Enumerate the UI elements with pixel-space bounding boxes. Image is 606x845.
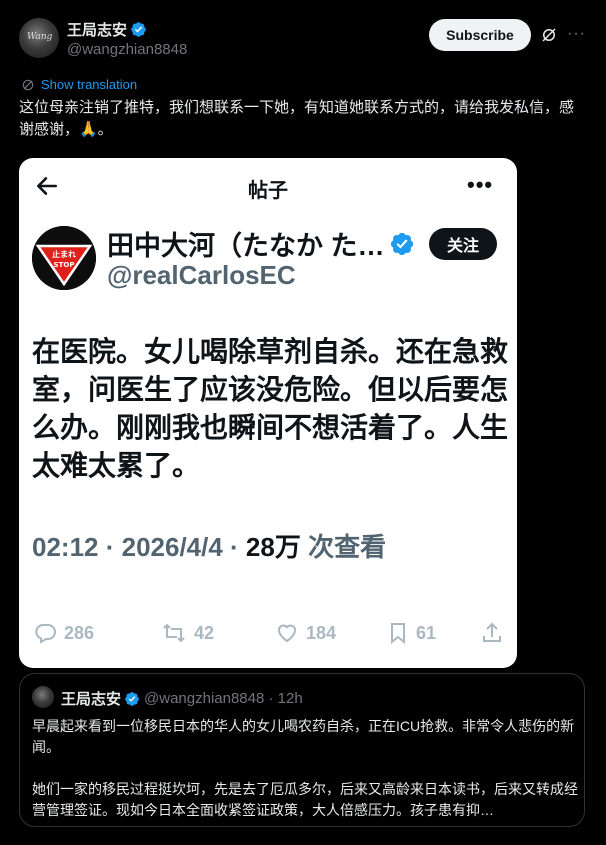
quoted-tweet[interactable]: 王局志安 @wangzhian8848 · 12h 早晨起来看到一位移民日本的华… [19,673,585,827]
screenshot-handle: @realCarlosEC [107,260,296,290]
repost-icon [163,623,185,643]
screenshot-name-row: 田中大河（たなか た… [107,224,415,263]
screenshot-follow-button: 关注 [429,228,497,260]
author-name[interactable]: 王局志安 [67,19,127,40]
screenshot-view-label: 次查看 [300,532,387,562]
screenshot-verified-icon [390,232,413,255]
author-name-row: 王局志安 [67,19,147,40]
bookmark-count: 61 [416,622,437,643]
screenshot-share [480,621,510,645]
verified-badge-icon [131,22,146,37]
tweet-text: 这位母亲注销了推特，我们想联系一下她，有知道她联系方式的，请给我发私信，感谢感谢… [19,99,575,138]
screenshot-avatar: 止まれ STOP [32,226,96,290]
quoted-paragraph-2: 她们一家的移民过程挺坎坷，先是去了厄瓜多尔，后来又高龄来日本读书，后来又转成经营… [32,781,578,818]
screenshot-bookmark: 61 [386,621,436,645]
grok-icon[interactable] [540,26,558,44]
screenshot-reply: 286 [32,621,94,645]
show-translation-link[interactable]: Show translation [21,77,137,92]
author-handle[interactable]: @wangzhian8848 [67,41,187,58]
screenshot-title: 帖子 [248,180,288,202]
show-translation-label: Show translation [41,77,138,92]
share-icon [483,622,501,642]
screenshot-time: 02:12 · 2026/4/4 · [32,532,246,562]
tweet-header: Wang 王局志安 @wangzhian8848 Subscribe ··· [19,16,589,62]
stop-sign-top-text: 止まれ [52,249,76,259]
like-count: 184 [306,622,337,643]
quoted-header: 王局志安 @wangzhian8848 · 12h [61,688,303,709]
screenshot-actions: 286 42 184 61 [32,621,512,649]
quoted-paragraph-1: 早晨起来看到一位移民日本的华人的女儿喝农药自杀，正在ICU抢救。非常令人悲伤的新… [32,718,575,755]
subscribe-button[interactable]: Subscribe [429,19,531,51]
author-avatar[interactable]: Wang [19,18,59,58]
screenshot-repost: 42 [160,621,214,645]
screenshot-body-text: 在医院。女儿喝除草剂自杀。还在急救室，问医生了应该没危险。但以后要怎么办。刚刚我… [32,336,509,481]
translate-icon [22,79,34,90]
screenshot-like: 184 [274,621,336,645]
bookmark-icon [391,623,405,645]
screenshot-meta: 02:12 · 2026/4/4 · 28万 次查看 [32,527,386,564]
screenshot-view-count: 28万 [245,532,301,562]
reply-count: 286 [64,622,95,643]
stop-sign-bottom-text: STOP [54,261,75,269]
screenshot-name: 田中大河（たなか た… [107,231,385,261]
reply-icon [35,624,56,644]
screenshot-more-icon: ••• [467,172,494,197]
repost-count: 42 [194,622,215,643]
quoted-author-name: 王局志安 [61,691,122,708]
quoted-body: 早晨起来看到一位移民日本的华人的女儿喝农药自杀，正在ICU抢救。非常令人悲伤的新… [32,716,580,821]
stop-sign-icon: 止まれ STOP [32,226,96,290]
like-icon [277,624,297,643]
quoted-verified-icon [125,691,139,706]
more-options-icon[interactable]: ··· [567,25,585,43]
quoted-handle-time: @wangzhian8848 · 12h [144,690,303,707]
quoted-avatar [32,686,54,708]
attached-image[interactable]: 帖子 ••• 止まれ STOP 田中大河（たなか た… @realCarlosE… [19,158,517,668]
